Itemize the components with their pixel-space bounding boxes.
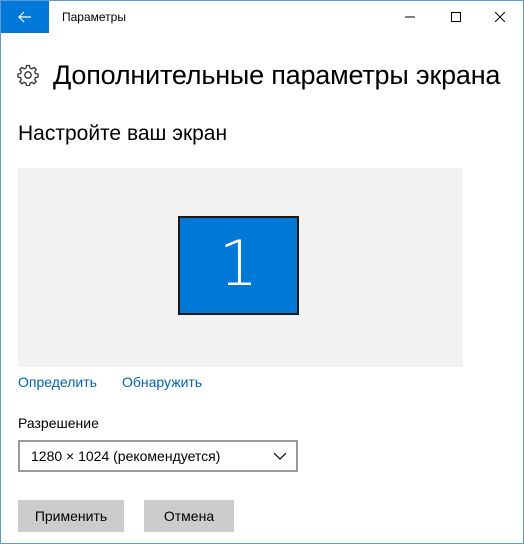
page-header: Дополнительные параметры экрана xyxy=(17,57,500,93)
page-title: Дополнительные параметры экрана xyxy=(53,59,501,90)
minimize-button[interactable] xyxy=(387,1,433,33)
display-arrangement-area: 1 xyxy=(18,168,463,367)
section-title: Настройте ваш экран xyxy=(18,122,228,145)
monitor-number: 1 xyxy=(218,226,259,300)
resolution-dropdown[interactable]: 1280 × 1024 (рекомендуется) xyxy=(18,440,298,472)
settings-window: Параметры Дополнительные параметры экран… xyxy=(0,0,524,544)
window-title: Параметры xyxy=(62,10,126,24)
cancel-button[interactable]: Отмена xyxy=(144,500,234,532)
identify-link[interactable]: Определить xyxy=(18,374,97,390)
back-arrow-icon xyxy=(18,11,31,23)
maximize-button[interactable] xyxy=(433,1,479,33)
maximize-icon xyxy=(451,12,461,22)
monitor-tile[interactable]: 1 xyxy=(178,216,299,315)
back-button[interactable] xyxy=(1,1,49,33)
resolution-label: Разрешение xyxy=(18,415,99,431)
detect-link[interactable]: Обнаружить xyxy=(122,374,202,390)
title-bar: Параметры xyxy=(1,1,523,33)
chevron-down-icon xyxy=(273,452,287,460)
close-button[interactable] xyxy=(477,1,523,33)
close-icon xyxy=(495,12,505,22)
gear-icon xyxy=(17,64,39,86)
apply-button[interactable]: Применить xyxy=(18,500,124,532)
resolution-value: 1280 × 1024 (рекомендуется) xyxy=(31,448,221,464)
minimize-icon xyxy=(405,16,415,18)
